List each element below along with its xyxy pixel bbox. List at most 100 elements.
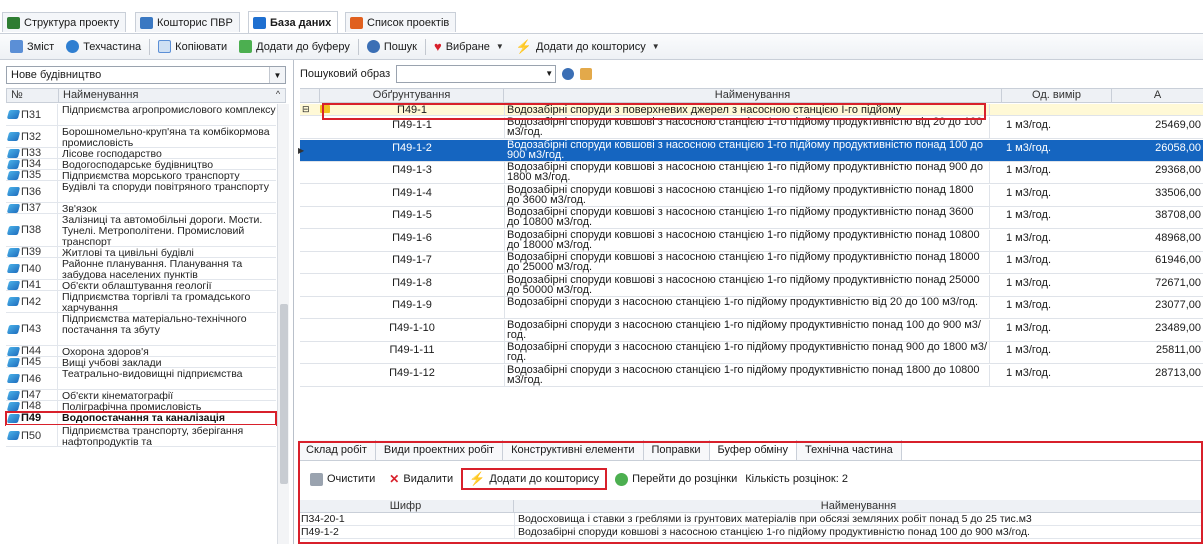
cell-code: П49-1-9 (392, 299, 432, 311)
category-icon (6, 225, 21, 235)
cell-name: Водозабірні споруди ковшові з насосною с… (504, 252, 990, 273)
category-row[interactable]: П47 Об'єкти кінематографії (6, 389, 276, 402)
construction-type-select[interactable]: Нове будівництво ▼ (6, 66, 286, 84)
column-number: № (7, 89, 59, 102)
search-input[interactable]: ▼ (396, 65, 557, 83)
table-row[interactable]: П49-1-3 Водозабірні споруди ковшові з нас… (300, 162, 1203, 184)
clear-search-icon[interactable] (580, 68, 593, 80)
buffer-row[interactable]: П34-20-1 Водосховища і ставки з греблями … (298, 513, 1203, 526)
table-row[interactable]: П49-1-1 Водозабірні споруди ковшові з нас… (300, 117, 1203, 139)
arrow-right-icon (615, 472, 629, 486)
details-tab[interactable]: Буфер обміну (709, 440, 797, 460)
category-row[interactable]: П37 Зв'язок (6, 202, 276, 215)
category-row[interactable]: П33 Лісове господарство (6, 147, 276, 160)
cell-name: Водозабірні споруди з насосною станцією … (504, 342, 990, 363)
cell-code: П49-1-4 (392, 186, 432, 199)
category-name: Підприємства транспорту, зберігання нафт… (62, 425, 244, 448)
chevron-down-icon[interactable]: ▼ (269, 67, 285, 83)
table-row[interactable]: П49-1-8 Водозабірні споруди ковшові з нас… (300, 274, 1203, 297)
category-row[interactable]: П45 Вищі учбові заклади (6, 356, 276, 369)
category-name: Охорона здоров'я (62, 346, 149, 358)
category-code-text: П48 (21, 400, 42, 412)
add-buffer-button[interactable]: Додати до буферу (233, 37, 356, 57)
details-tab[interactable]: Технічна частина (797, 440, 902, 460)
cell-a: 28713,00 (1155, 366, 1201, 379)
details-tab[interactable]: Поправки (643, 440, 710, 460)
category-code: П39 (6, 246, 58, 258)
search-bar: Пошуковий образ ▼ (300, 65, 593, 83)
details-tab[interactable]: Склад робіт (298, 440, 376, 460)
category-row[interactable]: П39 Житлові та цивільні будівлі (6, 246, 276, 259)
category-row[interactable]: П35 Підприємства морського транспорту (6, 169, 276, 182)
category-row[interactable]: П44 Охорона здоров'я (6, 345, 276, 358)
copy-button[interactable]: Копіювати (152, 37, 233, 57)
cell-unit: 1 м3/год. (1006, 344, 1052, 356)
table-row[interactable]: П49-1-10 Водозабірні споруди з насосною с… (300, 319, 1203, 342)
tab-database[interactable]: База даних (248, 11, 339, 33)
contents-button[interactable]: Зміст (4, 37, 60, 57)
category-row[interactable]: П43 Підприємства матеріально-технічного п… (6, 313, 276, 346)
category-code: П34 (6, 158, 58, 170)
details-tab[interactable]: Конструктивні елементи (503, 440, 644, 460)
binoculars-icon (366, 40, 380, 53)
binoculars-icon[interactable] (562, 68, 575, 80)
chevron-down-icon[interactable]: ▼ (545, 69, 553, 78)
buffer-row[interactable]: П49-1-2 Водозабірні споруди ковшові з нас… (298, 526, 1203, 539)
category-row[interactable]: П50 Підприємства транспорту, зберігання н… (6, 425, 276, 448)
category-code: П44 (6, 345, 58, 357)
category-row[interactable]: П48 Поліграфічна промисловість (6, 400, 276, 413)
gear-icon (66, 40, 80, 53)
category-name: Борошномельно-круп'яна та комбікормова п… (62, 126, 270, 149)
table-row[interactable]: П49-1-6 Водозабірні споруди ковшові з нас… (300, 229, 1203, 252)
table-row[interactable]: П49-1-12 Водозабірні споруди з насосною с… (300, 364, 1203, 387)
tab-structure[interactable]: Структура проекту (2, 12, 127, 32)
category-name: Об'єкти облаштування геології (62, 280, 212, 292)
table-row[interactable]: П49-1-5 Водозабірні споруди ковшові з нас… (300, 207, 1203, 229)
category-icon (6, 324, 21, 334)
column-unit: Од. вимір (1002, 89, 1112, 103)
cell-name: Водозабірні споруди ковшові з насосною с… (504, 139, 990, 161)
category-row[interactable]: П34 Водогосподарське будівництво (6, 158, 276, 171)
tab-estimate[interactable]: Кошторис ПВР (135, 12, 240, 32)
techpart-button[interactable]: Техчастина (60, 37, 147, 57)
category-icon (6, 297, 21, 306)
favorites-button[interactable]: ♥ Вибране ▼ (428, 37, 510, 57)
category-row[interactable]: П41 Об'єкти облаштування геології (6, 279, 276, 292)
category-icon (6, 148, 21, 158)
category-row[interactable]: П40 Районне планування. Планування та заб… (6, 258, 276, 281)
category-row[interactable]: П46 Театрально-видовищні підприємства (6, 368, 276, 390)
table-row[interactable]: П49-1-4 Водозабірні споруди ковшові з нас… (300, 184, 1203, 207)
category-row[interactable]: П38 Залізниці та автомобільні дороги. Мос… (6, 214, 276, 248)
category-row[interactable]: П32 Борошномельно-круп'яна та комбікормов… (6, 126, 276, 149)
category-table-header: № Найменування ^ (6, 88, 286, 103)
cell-unit: 1 м3/год. (1006, 164, 1052, 176)
lightning-icon: ⚡ (469, 471, 486, 486)
table-row[interactable]: ▶ П49-1-2 Водозабірні споруди ковшові з на… (298, 139, 1203, 162)
delete-button[interactable]: ✕ Видалити (383, 469, 459, 489)
collapse-icon[interactable]: ⊟ (302, 104, 310, 115)
details-tab[interactable]: Види проектних робіт (375, 440, 504, 460)
category-scrollbar[interactable] (277, 104, 289, 544)
table-row[interactable]: П49-1-11 Водозабірні споруди з насосною с… (300, 342, 1203, 364)
category-row[interactable]: П42 Підприємства торгівлі та громадського… (6, 291, 276, 314)
table-row[interactable]: П49-1-9 Водозабірні споруди з насосною ст… (300, 297, 1203, 319)
category-code-text: П46 (21, 372, 42, 385)
group-row[interactable]: ⊟ П49-1 Водозабірні споруди з поверхневи… (300, 104, 1203, 116)
toolbar-separator (424, 38, 426, 55)
goto-pricing-button[interactable]: Перейти до розцінки (609, 469, 743, 489)
clear-button[interactable]: Очистити (304, 469, 381, 489)
cell-a: 23489,00 (1155, 321, 1201, 334)
category-code: П35 (6, 169, 58, 181)
search-button[interactable]: Пошук (361, 37, 423, 57)
scrollbar-thumb[interactable] (280, 304, 288, 484)
chevron-up-icon[interactable]: ^ (271, 89, 285, 102)
tab-projects[interactable]: Список проектів (345, 12, 457, 32)
pricing-table: Обґрунтування Найменування Од. вимір A ⊟… (298, 88, 1203, 498)
table-row[interactable]: П49-1-7 Водозабірні споруди ковшові з нас… (300, 252, 1203, 274)
column-name: Найменування (820, 500, 897, 512)
add-estimate-toolbar-button[interactable]: ⚡ Додати до кошторису ▼ (510, 37, 666, 57)
category-row[interactable]: П36 Будівлі та споруди повітряного трансп… (6, 181, 276, 203)
add-estimate-button[interactable]: ⚡ Додати до кошторису (461, 468, 608, 490)
category-row[interactable]: П49 Водопостачання та каналізація (5, 411, 277, 426)
category-row[interactable]: П31 Підприємства агропромислового комплек… (6, 104, 276, 126)
